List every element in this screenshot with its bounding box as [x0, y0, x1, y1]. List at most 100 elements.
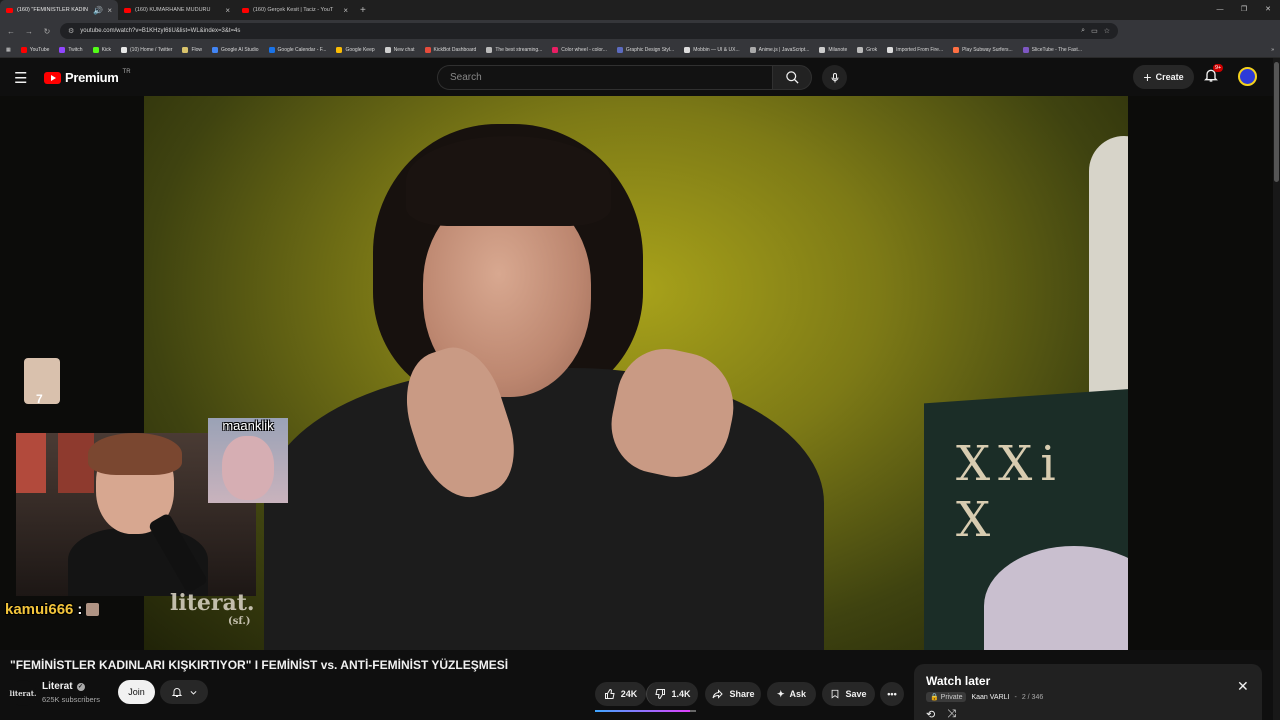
- browser-tab[interactable]: (160) Gerçek Kesit | Taciz - YouT ×: [236, 0, 354, 20]
- privacy-label: Private: [940, 694, 963, 701]
- bookmark-item[interactable]: Play Subway Surfers...: [953, 46, 1013, 53]
- loop-icon[interactable]: ⟲: [926, 708, 935, 720]
- bookmark-label: Milanote: [828, 46, 848, 53]
- bookmark-item[interactable]: SliceTube - The Fast...: [1022, 46, 1082, 53]
- youtube-favicon-icon: [242, 7, 249, 13]
- join-button[interactable]: Join: [118, 680, 155, 704]
- ask-button[interactable]: ✦ Ask: [767, 682, 816, 706]
- tab-close-icon[interactable]: ×: [343, 6, 348, 15]
- subscription-bell-button[interactable]: [160, 680, 208, 704]
- browser-tab-active[interactable]: (160) "FEMİNİSTLER KADIN 🔊 ×: [0, 0, 118, 20]
- bookmark-item[interactable]: Milanote: [819, 46, 848, 53]
- back-icon[interactable]: ←: [4, 27, 18, 36]
- bookmark-item[interactable]: Twitch: [59, 46, 83, 53]
- forward-icon[interactable]: →: [22, 27, 36, 36]
- bookmark-item[interactable]: Mobbin — UI & UX...: [684, 46, 740, 53]
- bookmark-item[interactable]: (10) Home / Twitter: [121, 46, 172, 53]
- bookmark-favicon-icon: [887, 46, 894, 53]
- url-text: youtube.com/watch?v=B1KHzyI6tiU&list=WL&…: [80, 28, 241, 34]
- bookmark-label: Graphic Design Styl...: [625, 46, 675, 53]
- channel-name-link[interactable]: Literat ✓: [42, 681, 85, 692]
- browser-tab[interactable]: (160) KUMARHANE MÜDÜRÜ ×: [118, 0, 236, 20]
- bookmark-item[interactable]: Imported From Fire...: [887, 46, 943, 53]
- bookmark-item[interactable]: Kick: [92, 46, 111, 53]
- apps-grid-icon[interactable]: ▦: [6, 47, 11, 53]
- wall-poster: [16, 433, 46, 493]
- bookmark-item[interactable]: The best streaming...: [486, 46, 542, 53]
- tab-audio-icon[interactable]: 🔊: [93, 6, 103, 15]
- dislike-button[interactable]: 1.4K: [646, 682, 698, 706]
- video-frame[interactable]: XXi X: [144, 96, 1128, 650]
- tab-close-icon[interactable]: ×: [107, 6, 112, 15]
- playlist-owner[interactable]: Kaan VARLI: [971, 694, 1009, 701]
- bookmark-item[interactable]: Anime.js | JavaScript...: [749, 46, 809, 53]
- bookmarks-overflow-icon[interactable]: »: [1271, 47, 1274, 53]
- like-button[interactable]: 24K: [595, 682, 646, 706]
- hamburger-menu-icon[interactable]: ☰: [14, 69, 27, 87]
- bookmark-item[interactable]: Google Keep: [336, 46, 375, 53]
- account-avatar[interactable]: [1238, 67, 1257, 86]
- chat-emote-icon: [86, 603, 100, 616]
- thumbs-down-icon: [655, 689, 666, 700]
- bookmark-item[interactable]: Grok: [857, 46, 877, 53]
- cast-icon[interactable]: ▭: [1091, 27, 1098, 35]
- shuffle-icon[interactable]: ⤨: [947, 708, 956, 720]
- bookmark-item[interactable]: YouTube: [20, 46, 49, 53]
- emote-face: [222, 436, 274, 500]
- site-info-icon[interactable]: ⚙: [68, 27, 74, 35]
- bookmark-favicon-icon: [857, 46, 864, 53]
- reload-icon[interactable]: ↻: [40, 27, 54, 36]
- create-button[interactable]: + Create: [1133, 65, 1194, 89]
- tab-close-icon[interactable]: ×: [225, 6, 230, 15]
- bookmark-item[interactable]: Flow: [182, 46, 202, 53]
- playlist-separator: -: [1014, 693, 1017, 701]
- notifications-button[interactable]: 9+: [1203, 64, 1224, 85]
- video-player[interactable]: XXi X 7 maanklik kamui666 : literat. (sf…: [0, 96, 1280, 650]
- dislike-count: 1.4K: [671, 689, 691, 699]
- search-input[interactable]: Search: [437, 65, 772, 90]
- playlist-title[interactable]: Watch later: [926, 674, 990, 688]
- close-playlist-icon[interactable]: ✕: [1237, 678, 1249, 695]
- like-dislike-ratio-bar: [595, 710, 696, 712]
- search-button[interactable]: [772, 65, 812, 90]
- save-button[interactable]: Save: [822, 682, 875, 706]
- ask-label: Ask: [789, 689, 807, 699]
- channel-avatar-text: literat.: [9, 688, 37, 698]
- video-title: "FEMİNİSTLER KADINLARI KIŞKIRTIYOR" I FE…: [10, 658, 509, 672]
- browser-tab-strip: (160) "FEMİNİSTLER KADIN 🔊 × (160) KUMAR…: [0, 0, 1280, 20]
- share-button[interactable]: Share: [705, 682, 761, 706]
- address-bar[interactable]: ⚙ youtube.com/watch?v=B1KHzyI6tiU&list=W…: [60, 23, 1118, 39]
- bookmark-favicon-icon: [59, 46, 66, 53]
- bookmark-item[interactable]: Google Calendar - F...: [268, 46, 326, 53]
- bookmark-item[interactable]: Color wheel - color...: [552, 46, 607, 53]
- voice-search-button[interactable]: [822, 65, 847, 90]
- channel-avatar[interactable]: literat.: [10, 680, 36, 706]
- page-scrollbar[interactable]: [1273, 58, 1280, 720]
- playlist-position: 2 / 346: [1021, 693, 1044, 701]
- new-tab-button[interactable]: +: [354, 5, 372, 16]
- bookmark-item[interactable]: KickBot Dashboard: [424, 46, 476, 53]
- close-window-icon[interactable]: ✕: [1256, 0, 1280, 20]
- channel-name: Literat: [42, 681, 73, 692]
- youtube-premium-logo[interactable]: Premium TR: [44, 69, 131, 85]
- bookmark-item[interactable]: Google AI Studio: [212, 46, 259, 53]
- youtube-favicon-icon: [124, 7, 131, 13]
- search-icon: [785, 71, 799, 84]
- bookmark-item[interactable]: Graphic Design Styl...: [616, 46, 675, 53]
- bookmark-favicon-icon: [1022, 46, 1029, 53]
- subscriber-count: 625K subscribers: [42, 695, 100, 704]
- verified-check-icon: ✓: [76, 682, 85, 691]
- bookmark-label: SliceTube - The Fast...: [1031, 46, 1082, 53]
- bookmark-item[interactable]: New chat: [384, 46, 415, 53]
- maximize-icon[interactable]: ❐: [1232, 0, 1256, 20]
- logo-wordmark: Premium: [65, 70, 119, 85]
- more-actions-button[interactable]: •••: [880, 682, 904, 706]
- create-label: Create: [1155, 72, 1184, 82]
- minimize-icon[interactable]: —: [1208, 0, 1232, 20]
- privacy-badge: 🔒 Private: [926, 692, 967, 702]
- browser-toolbar: ← → ↻ ⚙ youtube.com/watch?v=B1KHzyI6tiU&…: [0, 20, 1280, 53]
- zoom-icon[interactable]: ⌕: [1081, 27, 1085, 35]
- bookmark-favicon-icon: [819, 46, 826, 53]
- bookmark-star-icon[interactable]: ☆: [1104, 27, 1110, 35]
- scrollbar-thumb[interactable]: [1274, 62, 1279, 182]
